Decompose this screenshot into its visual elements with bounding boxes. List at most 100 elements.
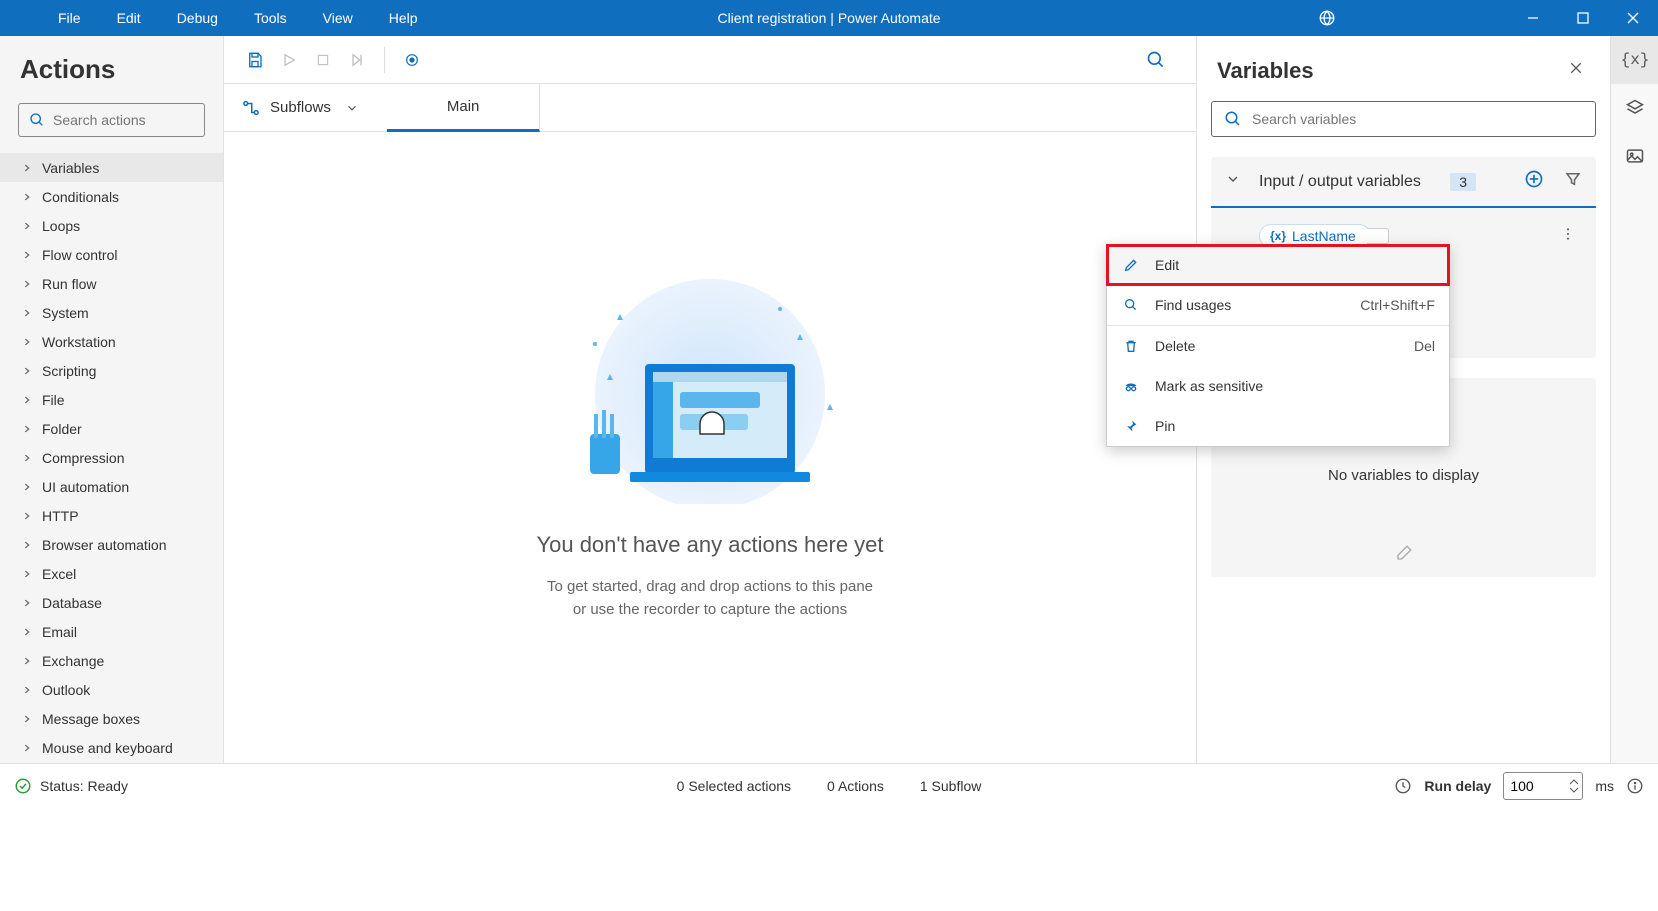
action-category-flow-control[interactable]: Flow control	[0, 240, 223, 269]
subflows-label: Subflows	[270, 99, 331, 116]
ctx-pin[interactable]: Pin	[1107, 406, 1449, 446]
action-category-compression[interactable]: Compression	[0, 443, 223, 472]
variable-icon: {x}	[1621, 51, 1650, 69]
subflows-dropdown[interactable]: Subflows	[224, 84, 387, 132]
filter-button[interactable]	[1564, 170, 1582, 193]
play-icon	[281, 52, 297, 68]
menu-debug[interactable]: Debug	[159, 0, 236, 36]
variables-search-input[interactable]	[1252, 111, 1583, 127]
chevron-right-icon	[22, 363, 36, 379]
search-icon	[29, 112, 45, 128]
category-label: File	[42, 392, 65, 408]
menu-help[interactable]: Help	[371, 0, 436, 36]
chip-tail	[1367, 228, 1389, 244]
action-category-excel[interactable]: Excel	[0, 559, 223, 588]
empty-title: You don't have any actions here yet	[536, 532, 883, 558]
action-category-ui-automation[interactable]: UI automation	[0, 472, 223, 501]
chevron-right-icon	[22, 479, 36, 495]
variable-more-button[interactable]	[1560, 226, 1576, 247]
delay-input[interactable]	[1503, 772, 1583, 800]
more-vertical-icon	[1560, 226, 1576, 242]
main-menu: File Edit Debug Tools View Help	[40, 0, 436, 36]
delay-spinner[interactable]	[1569, 778, 1579, 794]
category-label: Workstation	[42, 334, 116, 350]
actions-search-input[interactable]	[53, 112, 234, 128]
check-circle-icon	[14, 777, 32, 795]
stop-button[interactable]	[306, 43, 340, 77]
record-button[interactable]	[395, 43, 429, 77]
action-category-workstation[interactable]: Workstation	[0, 327, 223, 356]
action-category-conditionals[interactable]: Conditionals	[0, 182, 223, 211]
save-icon	[246, 51, 264, 69]
variables-close-button[interactable]	[1562, 54, 1590, 87]
clear-flow-vars-button[interactable]	[1211, 544, 1596, 577]
ctx-mark-sensitive[interactable]: Mark as sensitive	[1107, 366, 1449, 406]
action-category-mouse-and-keyboard[interactable]: Mouse and keyboard	[0, 733, 223, 762]
info-icon[interactable]	[1626, 777, 1644, 795]
rail-images-button[interactable]	[1611, 132, 1658, 180]
environment-indicator[interactable]	[1318, 9, 1508, 27]
selected-count: 0 Selected actions	[677, 778, 791, 794]
rail-layers-button[interactable]	[1611, 84, 1658, 132]
io-count-badge: 3	[1450, 173, 1476, 191]
record-icon	[404, 52, 420, 68]
subflow-tabs: Subflows Main	[224, 84, 1196, 132]
canvas-search-button[interactable]	[1136, 40, 1176, 80]
ctx-find-label: Find usages	[1155, 297, 1231, 313]
close-button[interactable]	[1608, 0, 1658, 36]
ctx-find-usages[interactable]: Find usages Ctrl+Shift+F	[1107, 285, 1449, 325]
category-label: Mouse and keyboard	[42, 740, 173, 756]
add-variable-button[interactable]	[1524, 169, 1544, 194]
action-category-email[interactable]: Email	[0, 617, 223, 646]
stop-icon	[316, 53, 330, 67]
action-category-http[interactable]: HTTP	[0, 501, 223, 530]
incognito-icon	[1123, 378, 1139, 394]
action-category-loops[interactable]: Loops	[0, 211, 223, 240]
action-category-database[interactable]: Database	[0, 588, 223, 617]
chevron-down-icon	[1569, 786, 1579, 794]
action-category-folder[interactable]: Folder	[0, 414, 223, 443]
action-category-run-flow[interactable]: Run flow	[0, 269, 223, 298]
chevron-right-icon	[22, 189, 36, 205]
variables-search[interactable]	[1211, 101, 1596, 137]
action-category-browser-automation[interactable]: Browser automation	[0, 530, 223, 559]
action-category-exchange[interactable]: Exchange	[0, 646, 223, 675]
ctx-edit-label: Edit	[1155, 257, 1179, 273]
action-category-variables[interactable]: Variables	[0, 153, 223, 182]
menu-tools[interactable]: Tools	[236, 0, 305, 36]
ctx-delete[interactable]: Delete Del	[1107, 326, 1449, 366]
actions-search[interactable]	[18, 103, 205, 137]
category-label: Folder	[42, 421, 82, 437]
actions-title: Actions	[0, 36, 223, 97]
action-category-outlook[interactable]: Outlook	[0, 675, 223, 704]
menu-file[interactable]: File	[40, 0, 99, 36]
ctx-edit[interactable]: Edit	[1107, 245, 1449, 285]
category-label: HTTP	[42, 508, 79, 524]
ctx-find-shortcut: Ctrl+Shift+F	[1360, 297, 1435, 313]
action-category-file[interactable]: File	[0, 385, 223, 414]
action-category-message-boxes[interactable]: Message boxes	[0, 704, 223, 733]
menu-view[interactable]: View	[305, 0, 371, 36]
tab-main[interactable]: Main	[387, 84, 541, 132]
delay-value[interactable]	[1510, 778, 1560, 794]
statusbar: Status: Ready 0 Selected actions 0 Actio…	[0, 763, 1658, 807]
step-button[interactable]	[340, 43, 374, 77]
action-category-scripting[interactable]: Scripting	[0, 356, 223, 385]
rail-variables-button[interactable]: {x}	[1611, 36, 1658, 84]
category-label: Database	[42, 595, 102, 611]
pin-icon	[1123, 418, 1139, 434]
titlebar: File Edit Debug Tools View Help Client r…	[0, 0, 1658, 36]
action-category-system[interactable]: System	[0, 298, 223, 327]
flow-canvas[interactable]: You don't have any actions here yet To g…	[224, 132, 1196, 763]
save-button[interactable]	[238, 43, 272, 77]
maximize-button[interactable]	[1558, 0, 1608, 36]
run-button[interactable]	[272, 43, 306, 77]
io-collapse-button[interactable]	[1225, 171, 1241, 192]
minimize-button[interactable]	[1508, 0, 1558, 36]
toolbar	[224, 36, 1196, 84]
pencil-icon	[1123, 257, 1139, 273]
variable-icon: {x}	[1270, 229, 1286, 243]
category-label: Browser automation	[42, 537, 167, 553]
menu-edit[interactable]: Edit	[99, 0, 159, 36]
chevron-right-icon	[22, 682, 36, 698]
